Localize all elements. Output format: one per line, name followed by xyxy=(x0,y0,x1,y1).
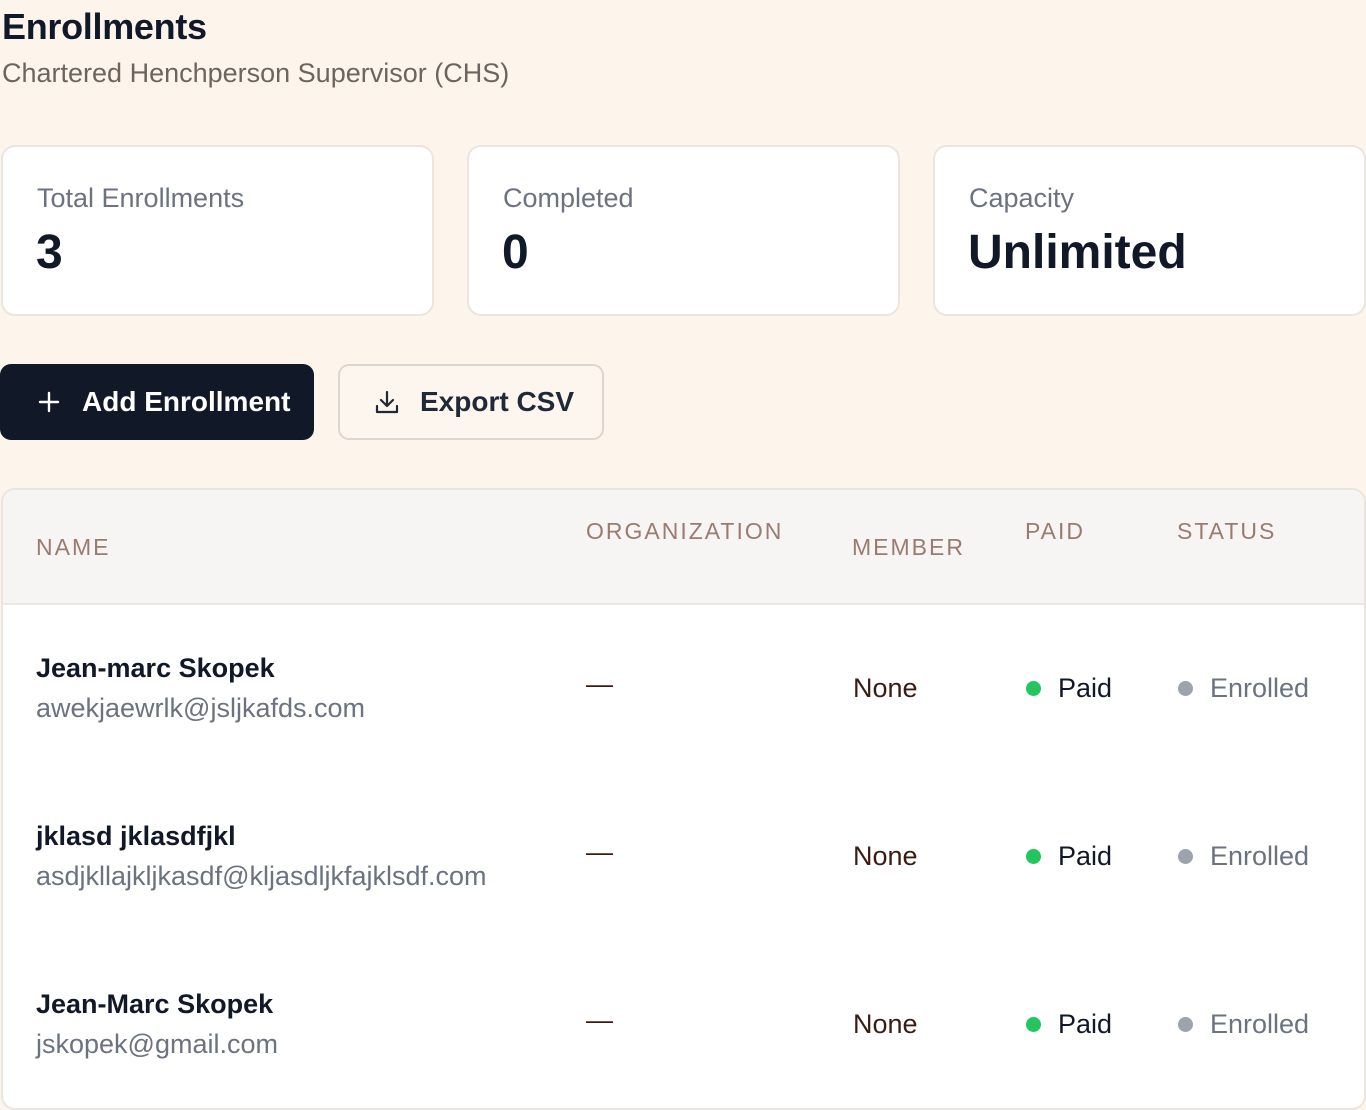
enrollments-page: Enrollments Chartered Henchperson Superv… xyxy=(0,0,1366,1110)
paid-status-dot xyxy=(1026,849,1041,864)
status-text: Enrolled xyxy=(1210,1009,1310,1039)
stat-card-capacity: Capacity Unlimited xyxy=(933,145,1366,316)
paid-badge: Paid xyxy=(1026,1009,1112,1040)
enrollee-email: asdjkllajkljkasdf@kljasdljkfajklsdf.com xyxy=(36,861,487,891)
column-header-paid[interactable]: PAID xyxy=(1025,518,1085,545)
stat-value: Unlimited xyxy=(968,226,1187,279)
enrollment-status-dot xyxy=(1178,1017,1193,1032)
paid-status-dot xyxy=(1026,681,1041,696)
table-row[interactable]: Jean-marc Skopek awekjaewrlk@jsljkafds.c… xyxy=(3,653,1364,821)
status-badge: Enrolled xyxy=(1178,1009,1309,1040)
enrollee-email: jskopek@gmail.com xyxy=(36,1029,278,1059)
enrollee-name[interactable]: Jean-marc Skopek xyxy=(36,653,275,684)
stat-value: 0 xyxy=(502,226,529,279)
paid-text: Paid xyxy=(1058,1009,1113,1039)
enrollee-name[interactable]: Jean-Marc Skopek xyxy=(36,989,273,1020)
export-csv-label: Export CSV xyxy=(420,386,575,417)
table-header: NAME ORGANIZATION MEMBER PAID STATUS xyxy=(3,490,1364,605)
table-row[interactable]: jklasd jklasdfjkl asdjkllajkljkasdf@klja… xyxy=(3,821,1364,989)
column-header-organization[interactable]: ORGANIZATION xyxy=(586,518,783,545)
stat-label: Completed xyxy=(503,183,634,213)
page-subtitle: Chartered Henchperson Supervisor (CHS) xyxy=(2,58,510,88)
plus-icon xyxy=(36,389,62,415)
status-text: Enrolled xyxy=(1210,673,1310,703)
enrollment-status-dot xyxy=(1178,681,1193,696)
column-header-name[interactable]: NAME xyxy=(36,534,110,561)
add-enrollment-label: Add Enrollment xyxy=(82,386,291,417)
add-enrollment-button[interactable]: Add Enrollment xyxy=(0,364,314,440)
stat-label: Total Enrollments xyxy=(37,183,245,213)
column-header-member[interactable]: MEMBER xyxy=(852,534,965,561)
enrollee-organization: — xyxy=(586,837,613,867)
enrollee-member: None xyxy=(853,673,918,703)
enrollee-member: None xyxy=(853,841,918,871)
status-text: Enrolled xyxy=(1210,841,1310,871)
paid-text: Paid xyxy=(1058,841,1113,871)
page-title: Enrollments xyxy=(2,6,207,47)
paid-badge: Paid xyxy=(1026,841,1112,872)
export-csv-button[interactable]: Export CSV xyxy=(338,364,604,440)
column-header-status[interactable]: STATUS xyxy=(1177,518,1276,545)
enrollee-member: None xyxy=(853,1009,918,1039)
stat-card-total-enrollments: Total Enrollments 3 xyxy=(1,145,434,316)
paid-status-dot xyxy=(1026,1017,1041,1032)
download-icon xyxy=(374,389,400,415)
table-row[interactable]: Jean-Marc Skopek jskopek@gmail.com — Non… xyxy=(3,989,1364,1108)
stat-value: 3 xyxy=(36,226,63,279)
stat-label: Capacity xyxy=(969,183,1075,213)
status-badge: Enrolled xyxy=(1178,673,1309,704)
enrollments-table: NAME ORGANIZATION MEMBER PAID STATUS Jea… xyxy=(1,488,1366,1110)
status-badge: Enrolled xyxy=(1178,841,1309,872)
enrollee-name[interactable]: jklasd jklasdfjkl xyxy=(36,821,236,852)
enrollment-status-dot xyxy=(1178,849,1193,864)
enrollee-organization: — xyxy=(586,669,613,699)
paid-badge: Paid xyxy=(1026,673,1112,704)
enrollee-email: awekjaewrlk@jsljkafds.com xyxy=(36,693,365,723)
stat-card-completed: Completed 0 xyxy=(467,145,900,316)
enrollee-organization: — xyxy=(586,1005,613,1035)
paid-text: Paid xyxy=(1058,673,1113,703)
